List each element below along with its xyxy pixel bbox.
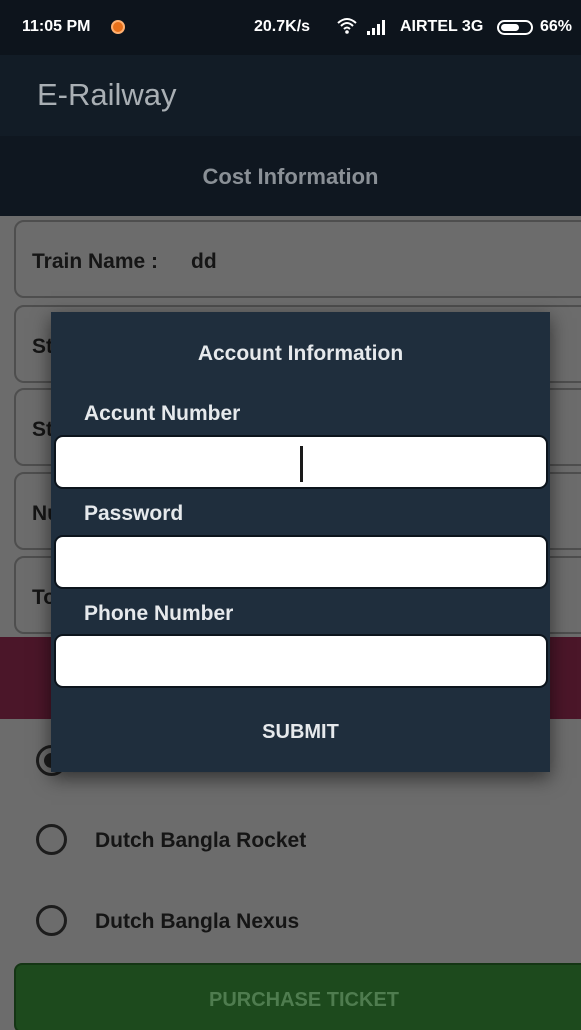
text-caret [300, 446, 303, 482]
phone-number-label: Phone Number [84, 602, 234, 625]
battery-icon [497, 20, 533, 35]
field-value: dd [191, 250, 217, 273]
dialog-title: Account Information [197, 342, 404, 365]
radio-icon[interactable] [36, 824, 67, 855]
radio-icon[interactable] [36, 905, 67, 936]
signal-icon [367, 20, 385, 35]
account-number-label: Accunt Number [84, 402, 241, 425]
phone-number-input[interactable] [54, 634, 548, 688]
status-bar: 11:05 PM 20.7K/s AIRTEL 3G 66% [0, 0, 581, 55]
purchase-ticket-button[interactable]: PURCHASE TICKET [14, 963, 581, 1030]
wifi-icon [337, 18, 357, 34]
field-label: Train Name : [32, 250, 159, 273]
password-label: Password [84, 502, 184, 525]
field-label: St [32, 335, 53, 358]
notification-icon [111, 20, 125, 34]
password-input[interactable] [54, 535, 548, 589]
battery-level [501, 24, 519, 31]
account-dialog: Account Information Accunt Number Passwo… [51, 312, 550, 772]
train-name-field: Train Name : dd [14, 220, 581, 298]
section-header: Cost Information [0, 136, 581, 216]
submit-button[interactable]: SUBMIT [51, 702, 550, 762]
network-speed: 20.7K/s [254, 18, 311, 35]
app-bar: E-Railway [0, 55, 581, 136]
battery-percent: 66% [540, 18, 573, 35]
status-time: 11:05 PM [22, 18, 91, 35]
payment-option-label: Dutch Bangla Rocket [95, 829, 307, 852]
carrier-label: AIRTEL 3G [400, 18, 484, 35]
field-label: St [32, 418, 53, 441]
app-title: E-Railway [37, 77, 177, 112]
payment-option-label: Dutch Bangla Nexus [95, 910, 300, 933]
